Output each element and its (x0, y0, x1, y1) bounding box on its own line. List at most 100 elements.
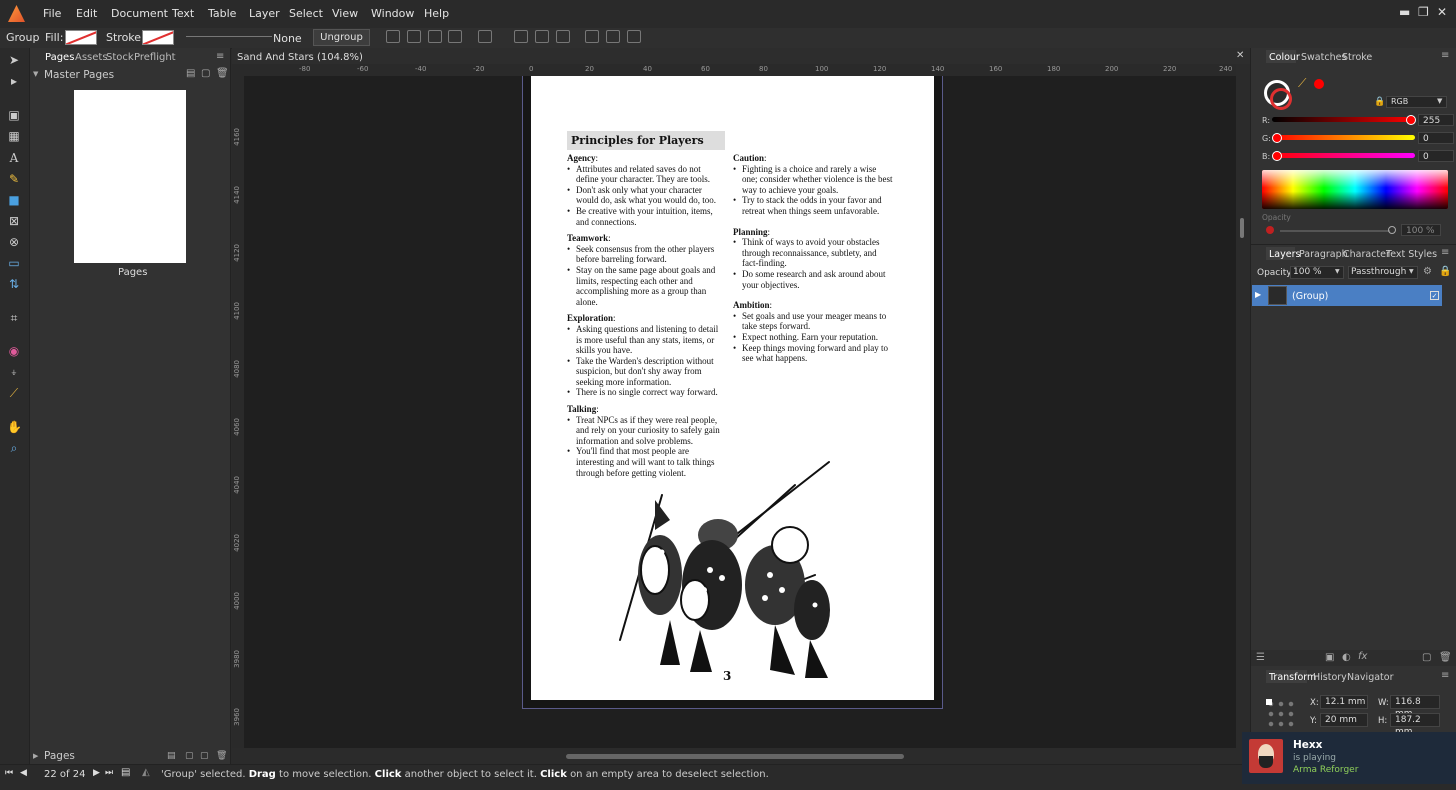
tab-colour[interactable]: Colour (1269, 52, 1300, 63)
picture-frame-tool-icon[interactable]: ⊠ (7, 214, 21, 228)
layers-stack-icon[interactable]: ☰ (1256, 652, 1265, 663)
panel-menu-icon[interactable]: ≡ (1441, 670, 1449, 681)
tab-preflight[interactable]: Preflight (134, 52, 176, 63)
layer-visibility-checkbox[interactable]: ✓ (1430, 291, 1439, 300)
vertical-scrollbar[interactable] (1240, 218, 1244, 238)
master-add-icon[interactable]: ▤ (186, 68, 195, 79)
lock-icon[interactable]: 🔒 (1439, 266, 1451, 277)
artistic-text-tool-icon[interactable]: A (7, 151, 21, 165)
colour-model-select[interactable]: RGB ▼ (1386, 96, 1447, 108)
colour-picker-tool-icon[interactable]: ◉ (7, 344, 21, 358)
crop-tool-icon[interactable]: ⌗ (7, 311, 21, 325)
menu-document[interactable]: Document (111, 7, 168, 20)
layer-name[interactable]: (Group) (1292, 291, 1328, 302)
expand-triangle-icon[interactable]: ▶ (33, 752, 38, 760)
delete-page-icon[interactable]: 🗑 (216, 751, 227, 761)
y-value-field[interactable]: 20 mm (1320, 713, 1368, 727)
ellipse-frame-tool-icon[interactable]: ⊗ (7, 235, 21, 249)
tab-text-styles[interactable]: Text Styles (1386, 249, 1437, 260)
transform-origin-icon[interactable] (386, 30, 400, 43)
tab-stroke[interactable]: Stroke (1342, 52, 1372, 63)
tab-pages[interactable]: Pages (45, 52, 74, 63)
align-bottom-icon[interactable] (627, 30, 641, 43)
fx-icon[interactable]: fx (1358, 651, 1367, 662)
opacity-slider[interactable] (1280, 230, 1390, 232)
transform-separately-icon[interactable] (448, 30, 462, 43)
h-value-field[interactable]: 187.2 mm (1390, 713, 1440, 737)
r-value-field[interactable]: 255 (1418, 114, 1454, 126)
transform-objects-icon[interactable] (428, 30, 442, 43)
document-tab[interactable]: Sand And Stars (104.8%) (237, 52, 363, 63)
align-top-icon[interactable] (585, 30, 599, 43)
move-tool-icon[interactable]: ➤ (7, 53, 21, 67)
add-layer-icon[interactable]: ▢ (1422, 652, 1431, 663)
tab-stock[interactable]: Stock (106, 52, 134, 63)
table-tool-icon[interactable]: ▦ (7, 129, 21, 143)
snap-icon[interactable] (478, 30, 492, 43)
adjustment-icon[interactable]: ◐ (1342, 652, 1351, 663)
fill-tool-icon[interactable]: ⍖ (7, 365, 21, 379)
opacity-value-field[interactable]: 100 % (1401, 224, 1441, 236)
right-text-column[interactable]: Caution: Fighting is a choice and rarely… (733, 153, 893, 370)
b-value-field[interactable]: 0 (1418, 150, 1454, 162)
place-image-tool-icon[interactable]: ▭ (7, 256, 21, 270)
hand-tool-icon[interactable]: ✋ (7, 420, 22, 434)
align-center-icon[interactable] (535, 30, 549, 43)
page-heading[interactable]: Principles for Players (567, 131, 725, 150)
collapse-triangle-icon[interactable]: ▼ (33, 70, 38, 78)
b-slider[interactable] (1272, 153, 1415, 158)
stroke-swatch[interactable] (142, 30, 174, 45)
menu-text[interactable]: Text (172, 7, 194, 20)
menu-file[interactable]: File (43, 7, 61, 20)
pages-menu-icon[interactable]: ▤ (121, 767, 130, 778)
menu-window[interactable]: Window (371, 7, 414, 20)
tab-transform[interactable]: Transform (1269, 672, 1316, 683)
mask-layer-icon[interactable]: ▣ (1325, 652, 1334, 663)
colour-eyedropper-icon[interactable]: ⟋ (1298, 76, 1306, 91)
delete-layer-icon[interactable]: 🗑 (1439, 652, 1452, 663)
last-page-icon[interactable]: ⏭ (105, 768, 113, 778)
pen-tool-icon[interactable]: ✎ (7, 172, 21, 186)
add-page-icon[interactable]: ▢ (185, 751, 194, 761)
r-slider-handle[interactable] (1406, 115, 1416, 125)
panel-menu-icon[interactable]: ≡ (1441, 247, 1449, 258)
master-pages-label[interactable]: Master Pages (44, 69, 114, 81)
zoom-tool-icon[interactable]: ⌕ (7, 441, 21, 455)
eyedropper-tool-icon[interactable]: ⟋ (7, 386, 21, 400)
w-value-field[interactable]: 116.8 mm (1390, 695, 1440, 719)
menu-select[interactable]: Select (289, 7, 323, 20)
panel-menu-icon[interactable]: ≡ (216, 51, 224, 62)
stroke-style-line[interactable] (186, 36, 272, 37)
anchor-point-selected[interactable] (1266, 699, 1272, 705)
panel-menu-icon[interactable]: ≡ (1441, 50, 1449, 61)
align-middle-icon[interactable] (606, 30, 620, 43)
left-text-column[interactable]: Agency: Attributes and related saves do … (567, 153, 725, 484)
r-slider[interactable] (1272, 117, 1415, 122)
minimize-icon[interactable]: ▬ (1399, 5, 1410, 19)
blend-mode-select[interactable]: Passthrough ▼ (1348, 266, 1418, 279)
x-value-field[interactable]: 12.1 mm (1320, 695, 1368, 709)
tab-navigator[interactable]: Navigator (1347, 672, 1393, 683)
tab-layers[interactable]: Layers (1269, 249, 1300, 260)
frame-text-tool-icon[interactable]: ▣ (7, 108, 21, 122)
g-slider-handle[interactable] (1272, 133, 1282, 143)
next-page-icon[interactable]: ▶ (93, 768, 100, 778)
menu-view[interactable]: View (332, 7, 358, 20)
tab-paragraph[interactable]: Paragraph (1299, 249, 1348, 260)
ungroup-button[interactable]: Ungroup (313, 29, 370, 46)
previous-page-icon[interactable]: ◀ (20, 768, 27, 778)
menu-help[interactable]: Help (424, 7, 449, 20)
master-page-thumbnail[interactable] (74, 90, 186, 263)
rectangle-tool-icon[interactable]: ■ (7, 193, 21, 207)
first-page-icon[interactable]: ⏮ (5, 768, 13, 778)
layer-opacity-field[interactable]: 100 % ▼ (1290, 266, 1344, 279)
expand-layer-icon[interactable]: ▶ (1255, 290, 1261, 299)
page-counter[interactable]: 22 of 24 (44, 769, 85, 780)
master-duplicate-icon[interactable]: ▢ (201, 68, 210, 79)
adventurers-illustration[interactable] (600, 460, 850, 685)
duplicate-page-icon[interactable]: ▢ (200, 751, 209, 761)
g-slider[interactable] (1272, 135, 1415, 140)
menu-layer[interactable]: Layer (249, 7, 280, 20)
close-document-icon[interactable]: ✕ (1236, 50, 1244, 61)
align-right-icon[interactable] (556, 30, 570, 43)
